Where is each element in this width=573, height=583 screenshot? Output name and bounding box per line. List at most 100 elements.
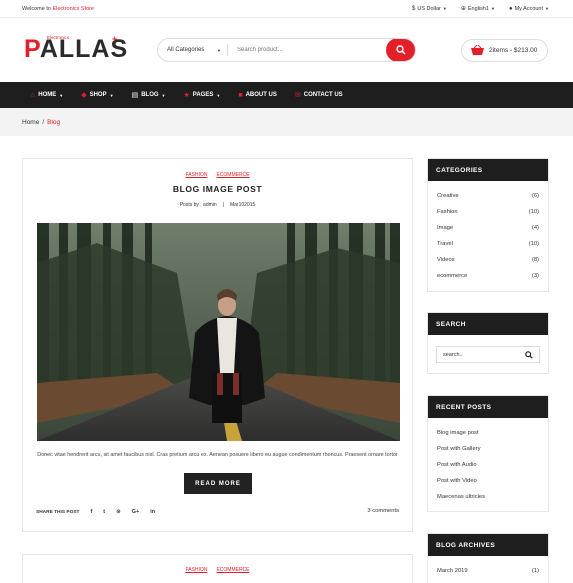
header: PALLAS Electronics + All Categories ▼ 2i… [0, 18, 573, 82]
home-icon: ⌂ [31, 91, 36, 99]
chevron-down-icon: ▼ [109, 92, 114, 98]
blog-post: FASHION ECOMMERCE BLOG IMAGE POST Posts … [22, 158, 413, 532]
recent-post-link[interactable]: Blog image post [437, 425, 539, 441]
category-label: Videos [437, 257, 455, 263]
category-label: Image [437, 225, 454, 231]
cart-summary: 2items - $213.00 [489, 46, 538, 54]
post-image[interactable] [37, 223, 400, 441]
nav-label: SHOP [89, 92, 107, 98]
chat-icon: ■ [238, 91, 243, 99]
main-nav: ⌂ HOME ▼ ◆ SHOP ▼ ▤ BLOG ▼ ★ PAGES ▼ ■ ABOUT US ✉… [0, 82, 573, 108]
widget-title: BLOG ARCHIVES [428, 534, 548, 556]
chevron-down-icon: ▼ [217, 47, 221, 53]
plus-icon: + [112, 34, 118, 44]
basket-icon [471, 45, 484, 55]
tag-link[interactable]: FASHION [185, 172, 207, 178]
language-selector[interactable]: ⊕ English1 ▼ [460, 5, 495, 13]
tag-link[interactable]: ECOMMERCE [216, 172, 249, 178]
search-icon[interactable] [525, 350, 533, 359]
dollar-icon: $ [412, 5, 416, 12]
sidebar-search-field[interactable]: search.. [436, 346, 540, 363]
categories-widget: CATEGORIES Creative (6) Fashion (10) Image… [427, 158, 549, 292]
read-more-button[interactable]: READ MORE [184, 473, 252, 494]
sidebar-search-placeholder: search.. [443, 351, 463, 358]
linkedin-icon[interactable]: in [150, 509, 155, 515]
archive-label: March 2019 [437, 568, 468, 574]
search-input[interactable] [228, 47, 386, 53]
category-item[interactable]: Image (4) [437, 220, 539, 236]
comments-link[interactable]: 3 comments [367, 508, 399, 514]
logo-subtitle: Electronics [47, 35, 70, 40]
breadcrumb-home[interactable]: Home [22, 119, 39, 126]
book-icon: ▤ [131, 92, 139, 99]
store-name[interactable]: Electronics Store [52, 6, 94, 12]
breadcrumb-current: Blog [47, 118, 61, 126]
blog-post: FASHION ECOMMERCE [22, 554, 413, 583]
nav-item-home[interactable]: ⌂ HOME ▼ [31, 92, 63, 99]
breadcrumb-separator: / [42, 118, 45, 126]
account-menu[interactable]: ● My Account ▼ [509, 5, 549, 12]
currency-label: US Dollar [417, 5, 441, 12]
recent-post-link[interactable]: Maecenas ultricies [437, 489, 539, 505]
nav-item-contact[interactable]: ✉ CONTACT US [295, 91, 343, 99]
google-plus-icon[interactable]: G+ [132, 509, 140, 515]
nav-item-blog[interactable]: ▤ BLOG ▼ [132, 91, 166, 99]
category-item[interactable]: Creative (6) [437, 188, 539, 204]
pinterest-icon[interactable]: ⊛ [116, 509, 121, 515]
recent-post-link[interactable]: Post with Video [437, 473, 539, 489]
category-label: Travel [437, 241, 453, 247]
breadcrumb: Home / Blog [0, 108, 573, 136]
post-excerpt: Donec vitae hendrerit arcu, sit amet fau… [37, 452, 398, 458]
facebook-icon[interactable]: f [90, 509, 92, 515]
archive-item[interactable]: March 2019 (1) [437, 563, 539, 579]
category-item[interactable]: ecommerce (3) [437, 268, 539, 284]
post-author: Posts by : admin [179, 202, 217, 208]
search-button[interactable] [386, 39, 415, 61]
nav-label: PAGES [192, 92, 214, 98]
user-icon: ● [508, 5, 513, 12]
nav-item-pages[interactable]: ★ PAGES ▼ [184, 91, 221, 99]
currency-selector[interactable]: $ US Dollar ▼ [412, 5, 447, 12]
widget-title: RECENT POSTS [428, 396, 548, 418]
chevron-down-icon: ▼ [161, 92, 166, 98]
cart-icon: ◆ [81, 92, 87, 99]
recent-post-link[interactable]: Post with Gallery [437, 441, 539, 457]
widget-title: SEARCH [428, 313, 548, 335]
nav-label: ABOUT US [245, 92, 277, 98]
cart-button[interactable]: 2items - $213.00 [461, 38, 548, 62]
widget-title: CATEGORIES [428, 159, 548, 181]
chevron-down-icon: ▼ [216, 92, 221, 98]
category-label: Creative [437, 193, 459, 199]
welcome-text: Welcome to Electronics Store [22, 6, 412, 12]
language-label: English1 [467, 5, 489, 12]
recent-post-link[interactable]: Post with Audio [437, 457, 539, 473]
category-item[interactable]: Fashion (10) [437, 204, 539, 220]
category-select[interactable]: All Categories ▼ [158, 44, 228, 56]
post-title[interactable]: BLOG IMAGE POST [23, 184, 412, 194]
category-count: (10) [528, 241, 539, 247]
category-label: Fashion [437, 209, 458, 215]
site-logo[interactable]: PALLAS Electronics + [22, 34, 147, 65]
post-meta: Posts by : admin | Mar102015 [23, 202, 412, 208]
category-count: (4) [531, 225, 539, 231]
category-item[interactable]: Videos (8) [437, 252, 539, 268]
welcome-label: Welcome to [22, 5, 51, 12]
tag-link[interactable]: ECOMMERCE [216, 567, 249, 573]
category-item[interactable]: Travel (10) [437, 236, 539, 252]
search-widget: SEARCH search.. [427, 312, 549, 374]
post-tags: FASHION ECOMMERCE [23, 172, 412, 178]
post-date: Mar102015 [229, 202, 256, 208]
globe-icon: ⊕ [460, 6, 466, 12]
category-count: (3) [531, 273, 539, 279]
tag-link[interactable]: FASHION [185, 567, 207, 573]
twitter-icon[interactable]: t [103, 509, 105, 515]
chevron-down-icon: ▼ [491, 6, 495, 11]
nav-label: BLOG [141, 92, 159, 98]
chevron-down-icon: ▼ [442, 6, 447, 11]
nav-item-shop[interactable]: ◆ SHOP ▼ [81, 91, 113, 99]
mail-icon: ✉ [294, 92, 301, 99]
category-count: (8) [531, 257, 539, 263]
post-tags: FASHION ECOMMERCE [23, 567, 412, 573]
nav-item-about[interactable]: ■ ABOUT US [238, 92, 277, 99]
archives-widget: BLOG ARCHIVES March 2019 (1) [427, 533, 549, 583]
